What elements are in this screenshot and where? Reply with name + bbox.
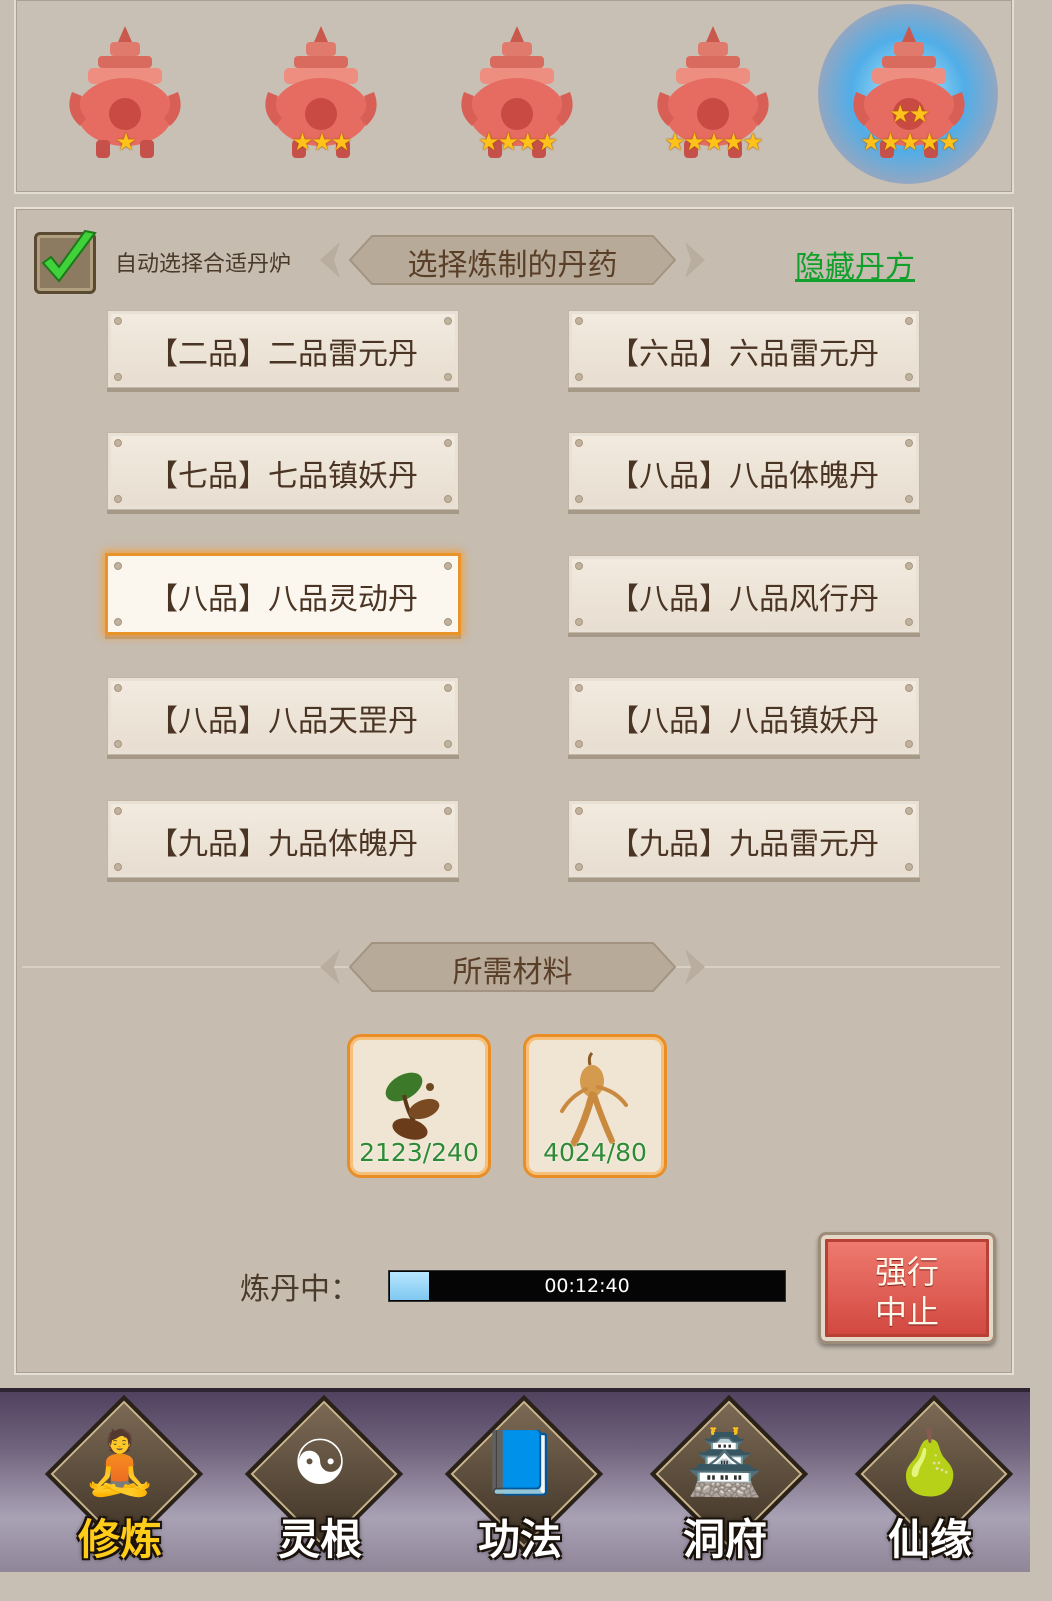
material-count: 2123/240 <box>359 1138 479 1167</box>
nav-label: 功法 <box>477 1515 562 1564</box>
pill-option-2[interactable]: 【六品】六品雷元丹 <box>568 310 920 388</box>
yin-yang-sword-icon: ☯ <box>292 1426 348 1499</box>
pill-option-label: 【八品】八品天罡丹 <box>148 704 418 739</box>
book-icon: 📘 <box>481 1426 559 1499</box>
material-slot-2[interactable]: 4024/80 <box>523 1034 667 1178</box>
star-rating: ★★★★★ <box>860 128 960 156</box>
material-slot-1[interactable]: 2123/240 <box>347 1034 491 1178</box>
gourd-icon: 🍐 <box>891 1426 969 1499</box>
nav-immortal-fate[interactable]: 🍐 仙缘 <box>850 1394 1014 1566</box>
pill-option-label: 【二品】二品雷元丹 <box>148 337 418 372</box>
furnace-1-star[interactable]: ★ <box>60 22 190 162</box>
materials-title: 所需材料 <box>452 955 573 990</box>
pill-option-1[interactable]: 【二品】二品雷元丹 <box>107 310 459 388</box>
furnace-3-star[interactable]: ★★★ <box>256 22 386 162</box>
materials-banner: 所需材料 <box>320 936 705 998</box>
pill-option-label: 【七品】七品镇妖丹 <box>148 459 418 494</box>
bottom-nav: 🧘 修炼 ☯ 灵根 📘 功法 🏯 洞府 🍐 仙缘 <box>0 1388 1030 1572</box>
auto-select-checkbox[interactable] <box>34 229 97 294</box>
pill-select-banner: 选择炼制的丹药 <box>320 228 705 292</box>
checkmark-icon <box>41 229 97 283</box>
pill-option-label: 【九品】九品雷元丹 <box>609 827 879 862</box>
refining-progress-bar: 00:12:40 <box>388 1270 786 1302</box>
pill-option-4[interactable]: 【八品】八品体魄丹 <box>568 432 920 510</box>
pill-option-10[interactable]: 【九品】九品雷元丹 <box>568 800 920 878</box>
hidden-recipe-link[interactable]: 隐藏丹方 <box>795 242 915 286</box>
pill-option-label: 【九品】九品体魄丹 <box>148 827 418 862</box>
furnace-4-star[interactable]: ★★★★ <box>452 22 582 162</box>
star-rating-top: ★★ <box>889 100 930 128</box>
nav-cultivate[interactable]: 🧘 修炼 <box>40 1394 204 1566</box>
pill-option-5-selected[interactable]: 【八品】八品灵动丹 <box>105 553 461 635</box>
pill-option-label: 【八品】八品镇妖丹 <box>609 704 879 739</box>
pill-select-title: 选择炼制的丹药 <box>407 248 618 283</box>
force-abort-button[interactable]: 强行 中止 <box>818 1232 996 1344</box>
pill-option-label: 【八品】八品体魄丹 <box>609 459 879 494</box>
pill-option-3[interactable]: 【七品】七品镇妖丹 <box>107 432 459 510</box>
refining-status-label: 炼丹中： <box>240 1272 360 1307</box>
abort-label-line2: 中止 <box>874 1293 939 1331</box>
pill-option-6[interactable]: 【八品】八品风行丹 <box>568 555 920 633</box>
pill-option-8[interactable]: 【八品】八品镇妖丹 <box>568 677 920 755</box>
nav-label: 洞府 <box>682 1515 767 1564</box>
pill-option-label: 【六品】六品雷元丹 <box>609 337 879 372</box>
pill-option-label: 【八品】八品灵动丹 <box>148 582 418 617</box>
nav-label: 灵根 <box>277 1515 362 1564</box>
material-count: 4024/80 <box>543 1138 647 1167</box>
pill-option-9[interactable]: 【九品】九品体魄丹 <box>107 800 459 878</box>
auto-select-label: 自动选择合适丹炉 <box>115 252 292 277</box>
pill-option-label: 【八品】八品风行丹 <box>609 582 879 617</box>
furnace-7-star-selected[interactable]: ★★ ★★★★★ <box>844 22 974 162</box>
nav-label: 仙缘 <box>887 1515 972 1564</box>
monk-icon: 🧘 <box>81 1426 159 1499</box>
nav-cave-abode[interactable]: 🏯 洞府 <box>645 1394 809 1566</box>
pill-option-7[interactable]: 【八品】八品天罡丹 <box>107 677 459 755</box>
nav-techniques[interactable]: 📘 功法 <box>440 1394 604 1566</box>
nav-spirit-root[interactable]: ☯ 灵根 <box>240 1394 404 1566</box>
star-rating: ★★★★★ <box>664 128 764 156</box>
star-rating: ★★★★ <box>477 128 558 156</box>
furnace-5-star[interactable]: ★★★★★ <box>648 22 778 162</box>
star-rating: ★★★ <box>291 128 353 156</box>
star-rating: ★ <box>115 128 137 156</box>
palace-icon: 🏯 <box>686 1426 764 1499</box>
refining-time-remaining: 00:12:40 <box>544 1275 630 1297</box>
nav-label: 修炼 <box>77 1515 162 1564</box>
